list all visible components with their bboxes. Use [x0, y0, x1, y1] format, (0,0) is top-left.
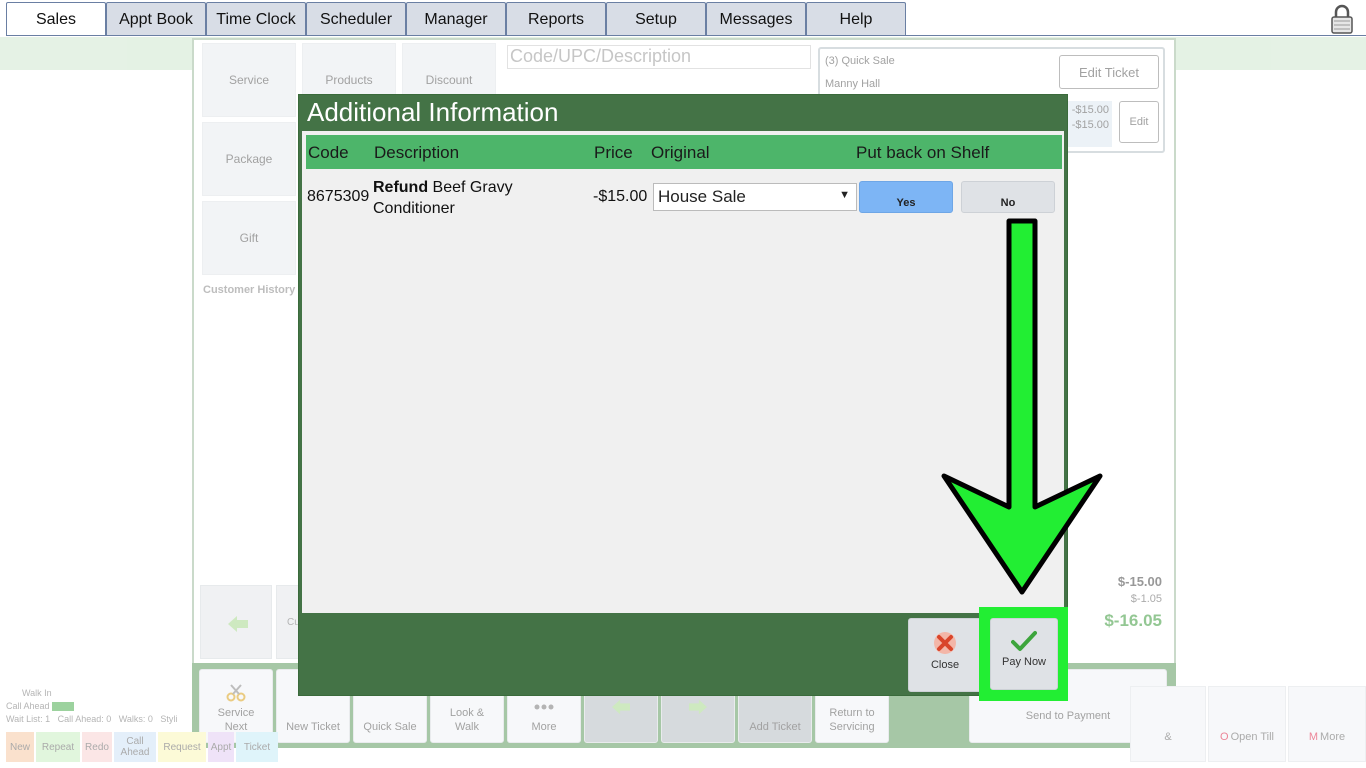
send-to-payment-label: Send to Payment — [1025, 710, 1111, 722]
ticket-customer: Manny Hall — [825, 78, 881, 90]
code-search-input[interactable]: Code/UPC/Description — [507, 45, 811, 69]
more-tile[interactable]: M More — [1288, 686, 1366, 762]
call-ahead-label: Call Ahead — [6, 701, 50, 711]
close-x-icon — [934, 632, 956, 654]
tile-gift[interactable]: Gift — [202, 201, 296, 275]
customer-history-label: Customer History — [203, 284, 296, 296]
ticket-amount-2: -$15.00 — [1071, 119, 1109, 131]
back-arrow-button[interactable] — [200, 585, 272, 659]
ellipsis-icon — [534, 704, 554, 710]
ticket-amount-1: -$15.00 — [1071, 104, 1109, 116]
walk-in-panel: Walk In Call Ahead Wait List: 1 Call Ahe… — [6, 687, 192, 726]
cut-button[interactable]: Cu — [276, 585, 300, 659]
open-till-key: O — [1220, 731, 1229, 743]
col-code: Code — [308, 143, 349, 162]
left-arrow-icon — [612, 699, 630, 715]
close-label: Close — [930, 659, 960, 671]
edit-line-button[interactable]: Edit — [1119, 101, 1159, 143]
table-header: Code Description Price Original Put back… — [306, 135, 1062, 169]
col-description: Description — [374, 143, 460, 162]
legend-chips: New Repeat Redo Call Ahead Request Appt … — [6, 732, 278, 762]
checkmark-icon — [1011, 631, 1037, 651]
chip-ticket: Ticket — [236, 732, 278, 762]
look-walk-label: Look & Walk — [449, 707, 485, 733]
open-till-tile[interactable]: O Open Till — [1208, 686, 1286, 762]
tile-package[interactable]: Package — [202, 122, 296, 196]
walk-in-title: Walk In — [22, 688, 52, 698]
chip-call-ahead: Call Ahead — [114, 732, 156, 762]
call-ahead-indicator: Call Ahead — [6, 700, 192, 713]
scissors-icon — [226, 684, 246, 702]
edit-ticket-button[interactable]: Edit Ticket — [1059, 55, 1159, 89]
col-original: Original — [651, 143, 710, 162]
new-ticket-label: New Ticket — [286, 721, 340, 733]
close-button[interactable]: Close — [908, 618, 982, 692]
chip-repeat: Repeat — [36, 732, 80, 762]
right-arrow-icon — [689, 699, 707, 715]
more-label: More — [531, 721, 557, 733]
chip-appt: Appt — [208, 732, 234, 762]
shelf-no-button[interactable]: No — [961, 181, 1055, 213]
dialog-title: Additional Information — [307, 97, 559, 127]
wait-stats: Wait List: 1 Call Ahead: 0 Walks: 0 Styl… — [6, 714, 178, 724]
ticket-title: (3) Quick Sale — [825, 55, 895, 67]
tile-service[interactable]: Service — [202, 43, 296, 117]
service-next-label: Service Next — [217, 707, 255, 733]
pay-now-label: Pay Now — [1001, 656, 1047, 668]
original-select[interactable]: House Sale ▼ — [653, 183, 857, 211]
more-key: M — [1308, 731, 1319, 743]
row-price: -$15.00 — [593, 188, 648, 205]
add-ticket-label: Add Ticket — [749, 721, 801, 733]
dropdown-arrow-icon: ▼ — [839, 189, 850, 201]
call-ahead-bar — [52, 702, 75, 712]
refund-label: Refund — [373, 179, 429, 196]
amp-label: & — [1164, 731, 1172, 743]
quick-sale-label: Quick Sale — [363, 721, 417, 733]
col-price: Price — [594, 143, 633, 162]
col-shelf: Put back on Shelf — [856, 143, 990, 162]
chip-new: New — [6, 732, 34, 762]
table-row: 8675309 Refund Beef Gravy Conditioner -$… — [306, 171, 1062, 221]
chip-request: Request — [158, 732, 206, 762]
row-description: Refund Beef Gravy Conditioner — [373, 177, 533, 219]
grand-total: $-16.05 — [1104, 611, 1162, 630]
row-code: 8675309 — [307, 188, 370, 205]
down-arrow-annotation-icon — [941, 218, 1103, 595]
left-arrow-icon — [228, 616, 248, 632]
open-till-label: Open Till — [1230, 731, 1274, 743]
more-tile-label: More — [1320, 731, 1346, 743]
return-to-servicing-label: Return to Servicing — [829, 707, 875, 733]
amp-tile[interactable]: & — [1130, 686, 1206, 762]
original-selected-value: House Sale — [658, 187, 746, 206]
shelf-yes-button[interactable]: Yes — [859, 181, 953, 213]
chip-redo: Redo — [82, 732, 112, 762]
ticket-amounts: -$15.00 -$15.00 — [1068, 101, 1112, 147]
pay-now-button[interactable]: Pay Now — [990, 618, 1058, 690]
